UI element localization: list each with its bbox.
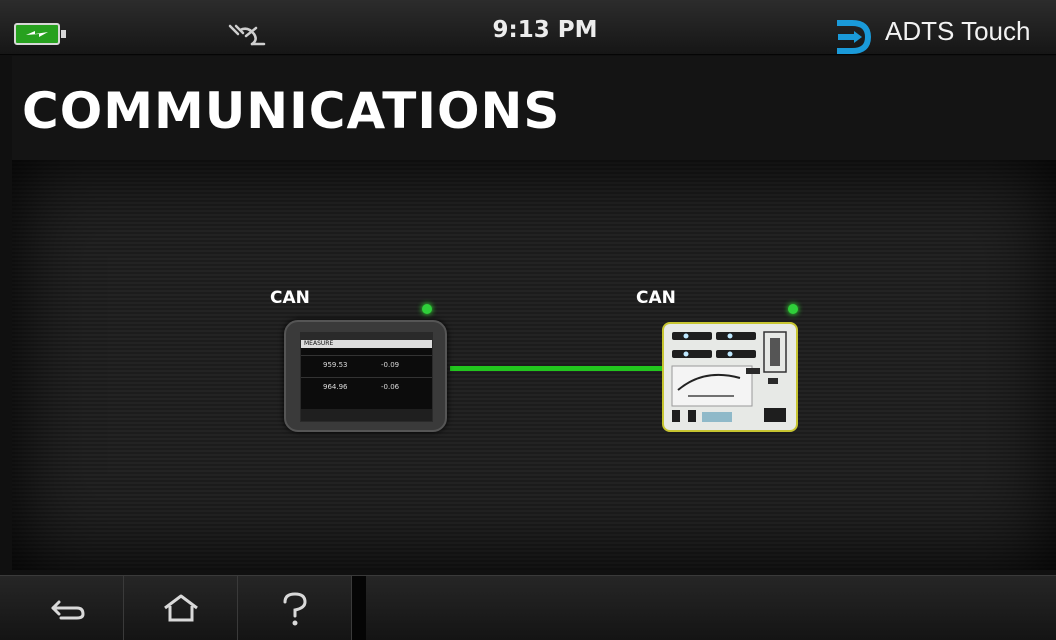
reading-value: 964.96 <box>323 383 348 391</box>
help-icon <box>283 592 307 626</box>
back-button[interactable] <box>10 576 124 640</box>
adts-panel-graphic <box>671 331 787 422</box>
reading-value: -0.09 <box>381 361 400 369</box>
status-bar: 9:13 PM ADTS Touch <box>0 0 1056 55</box>
app-name: ADTS Touch <box>885 16 1031 46</box>
battery-charging-icon <box>14 23 66 45</box>
bottom-nav-bar <box>0 575 1056 640</box>
device-label-can-2: CAN <box>636 288 676 308</box>
page-title: COMMUNICATIONS <box>22 82 561 140</box>
adts-module-device[interactable] <box>662 322 798 432</box>
status-indicator-1 <box>422 304 432 314</box>
screen-header: MEASURE <box>301 340 432 348</box>
table-row: 964.96 -0.06 <box>301 377 432 396</box>
device-label-can-1: CAN <box>270 288 310 308</box>
communications-panel: CAN CAN MEASURE 959.53 -0.09 964.96 -0.0… <box>12 160 1056 570</box>
clock: 9:13 PM <box>492 17 598 43</box>
back-arrow-icon <box>51 600 85 620</box>
home-icon <box>164 594 198 622</box>
handheld-screen: MEASURE 959.53 -0.09 964.96 -0.06 <box>300 332 433 422</box>
druck-logo-icon <box>837 20 872 54</box>
table-row: 959.53 -0.09 <box>301 355 432 374</box>
nav-divider <box>352 576 366 640</box>
reading-value: -0.06 <box>381 383 400 391</box>
title-bar: COMMUNICATIONS <box>12 56 1056 160</box>
usb-disconnected-icon <box>228 24 266 46</box>
status-indicator-2 <box>788 304 798 314</box>
connection-line <box>450 366 664 371</box>
help-button[interactable] <box>238 576 352 640</box>
home-button[interactable] <box>124 576 238 640</box>
handheld-device[interactable]: MEASURE 959.53 -0.09 964.96 -0.06 <box>284 320 447 432</box>
reading-value: 959.53 <box>323 361 348 369</box>
